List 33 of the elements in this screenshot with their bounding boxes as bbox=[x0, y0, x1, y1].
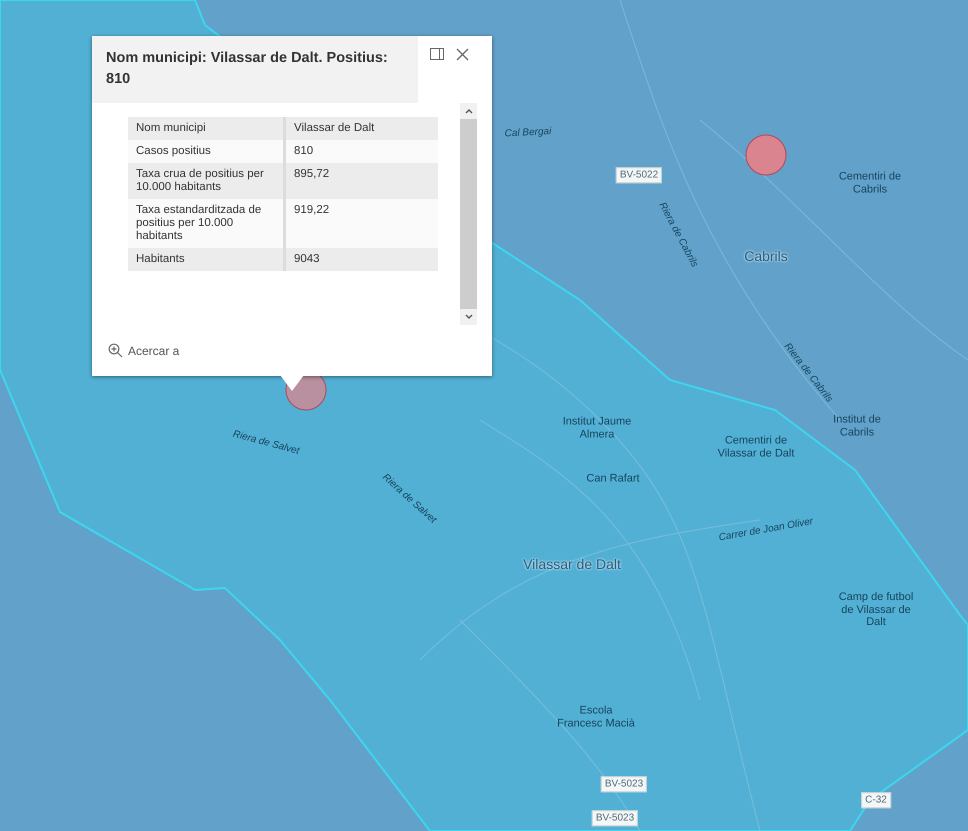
zoom-to-link[interactable]: Acercar a bbox=[92, 343, 180, 358]
road-shield: BV-5023 bbox=[592, 810, 638, 826]
attribute-value: Vilassar de Dalt bbox=[284, 117, 438, 140]
place-label: Institut de Cabrils bbox=[832, 413, 882, 439]
place-label: Cementiri de Vilassar de Dalt bbox=[716, 434, 796, 460]
dock-icon[interactable] bbox=[430, 48, 444, 60]
street-label: Cal Bergai bbox=[504, 126, 552, 140]
attribute-label: Casos positius bbox=[128, 140, 284, 163]
attribute-value: 810 bbox=[284, 140, 438, 163]
attribute-value: 919,22 bbox=[284, 199, 438, 248]
attribute-label: Taxa crua de positius per 10.000 habitants bbox=[128, 163, 284, 199]
point-marker[interactable] bbox=[745, 134, 787, 176]
attribute-value: 895,72 bbox=[284, 163, 438, 199]
popup-title: Nom municipi: Vilassar de Dalt. Positius: 810 bbox=[92, 36, 418, 103]
place-label: Cabrils bbox=[744, 248, 788, 264]
attribute-label: Taxa estandarditzada de positius per 10.000 habitants bbox=[128, 199, 284, 248]
scrollbar[interactable] bbox=[460, 103, 477, 325]
road-shield: BV-5023 bbox=[600, 776, 648, 792]
attribute-label: Nom municipi bbox=[128, 117, 284, 140]
close-icon[interactable] bbox=[456, 48, 469, 61]
place-label: Institut Jaume Almera bbox=[562, 415, 632, 441]
place-label: Cementiri de Cabrils bbox=[838, 170, 902, 196]
street-label: Riera de Salvet bbox=[232, 428, 300, 458]
place-label: Can Rafart bbox=[586, 472, 640, 486]
place-label: Camp de futbol de Vilassar de Dalt bbox=[838, 591, 914, 629]
road-shield: C-32 bbox=[861, 792, 891, 808]
road-shield: BV-5022 bbox=[616, 167, 662, 183]
attribute-label: Habitants bbox=[128, 248, 284, 271]
street-label: Carrer de Joan Oliver bbox=[718, 516, 814, 544]
zoom-in-icon bbox=[108, 343, 123, 358]
attribute-value: 9043 bbox=[284, 248, 438, 271]
place-label: Vilassar de Dalt bbox=[523, 556, 621, 572]
place-label: Escola Francesc Macià bbox=[556, 704, 636, 730]
